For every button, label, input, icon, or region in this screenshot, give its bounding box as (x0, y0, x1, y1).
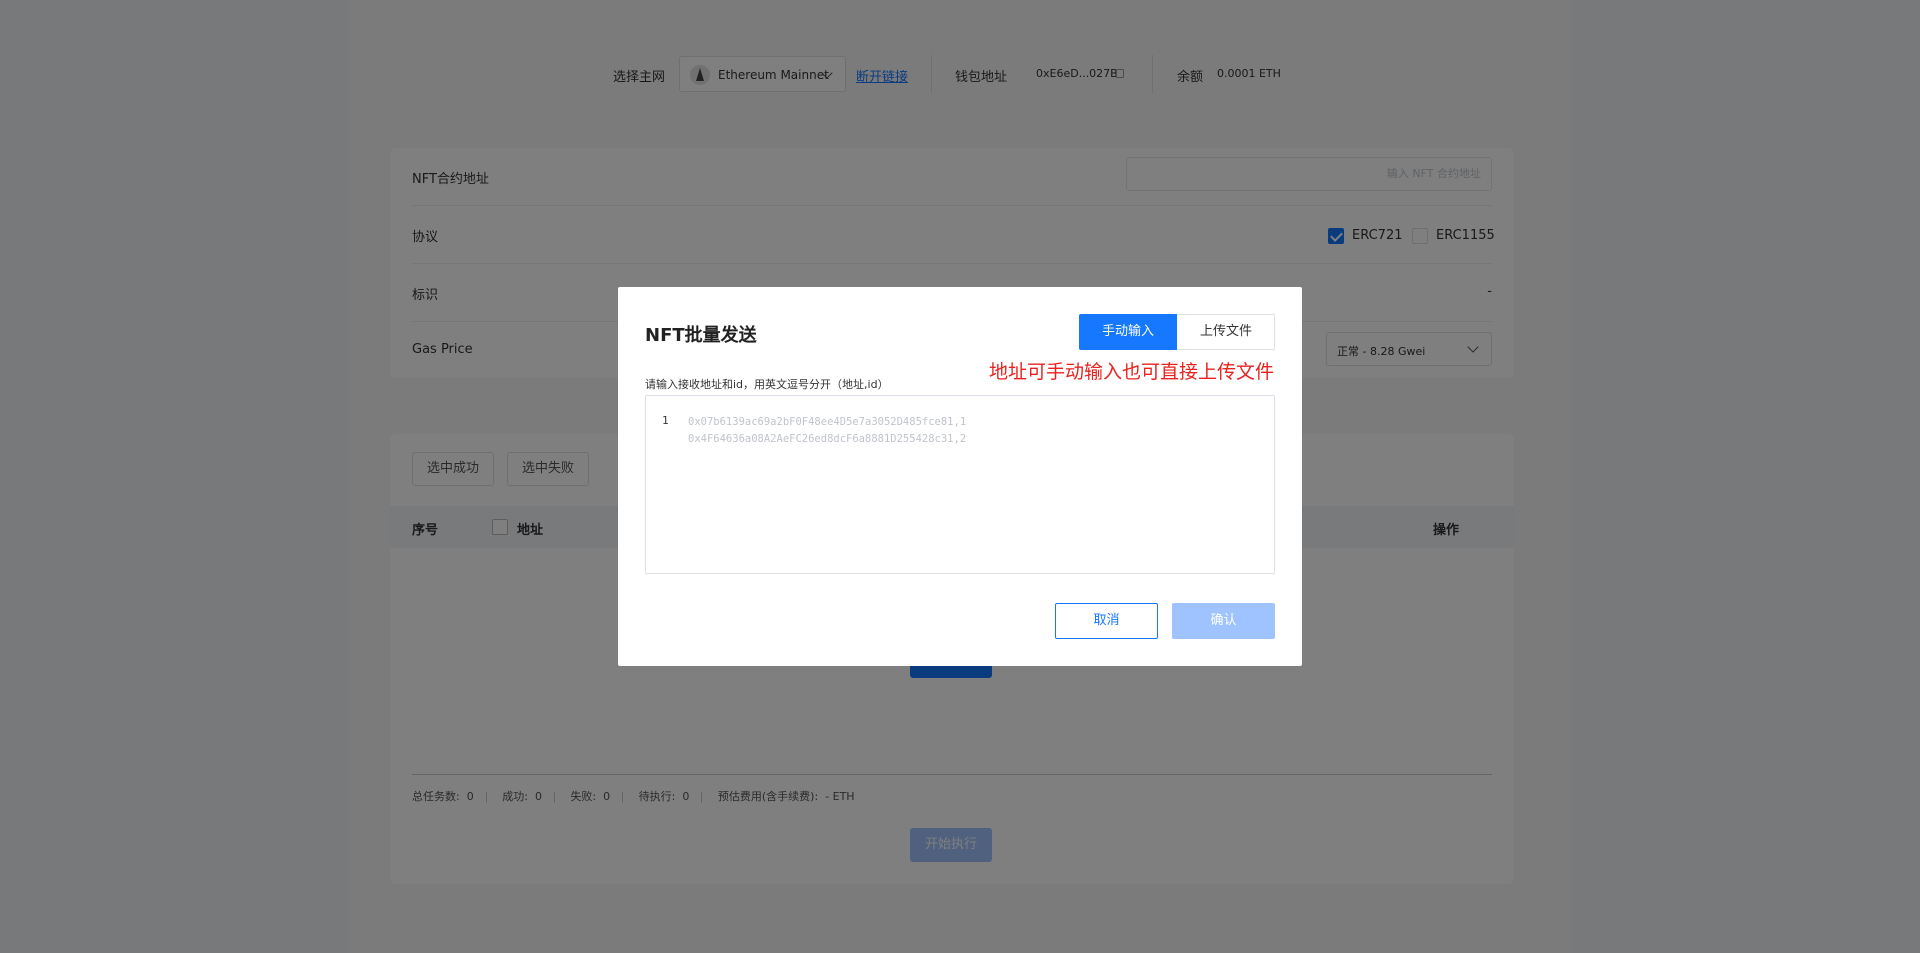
editor-placeholder: 0x07b6139ac69a2bF0F48ee4D5e7a3052D485fce… (688, 414, 966, 448)
cancel-button[interactable]: 取消 (1055, 603, 1158, 639)
modal-title: NFT批量发送 (645, 325, 757, 346)
line-number: 1 (662, 414, 669, 427)
tab-upload-file[interactable]: 上传文件 (1177, 314, 1275, 350)
input-mode-tabs: 手动输入 上传文件 (1079, 314, 1275, 350)
address-editor[interactable]: 1 0x07b6139ac69a2bF0F48ee4D5e7a3052D485f… (645, 395, 1275, 574)
annotation-text: 地址可手动输入也可直接上传文件 (988, 361, 1274, 383)
placeholder-line: 0x4F64636a08A2AeFC26ed8dcF6a8881D255428c… (688, 433, 967, 445)
input-hint: 请输入接收地址和id，用英文逗号分开（地址,id） (645, 378, 889, 391)
placeholder-line: 0x07b6139ac69a2bF0F48ee4D5e7a3052D485fce… (688, 416, 967, 428)
batch-send-modal: NFT批量发送 手动输入 上传文件 地址可手动输入也可直接上传文件 请输入接收地… (618, 287, 1302, 666)
tab-manual-input[interactable]: 手动输入 (1079, 314, 1177, 350)
confirm-button[interactable]: 确认 (1172, 603, 1275, 639)
